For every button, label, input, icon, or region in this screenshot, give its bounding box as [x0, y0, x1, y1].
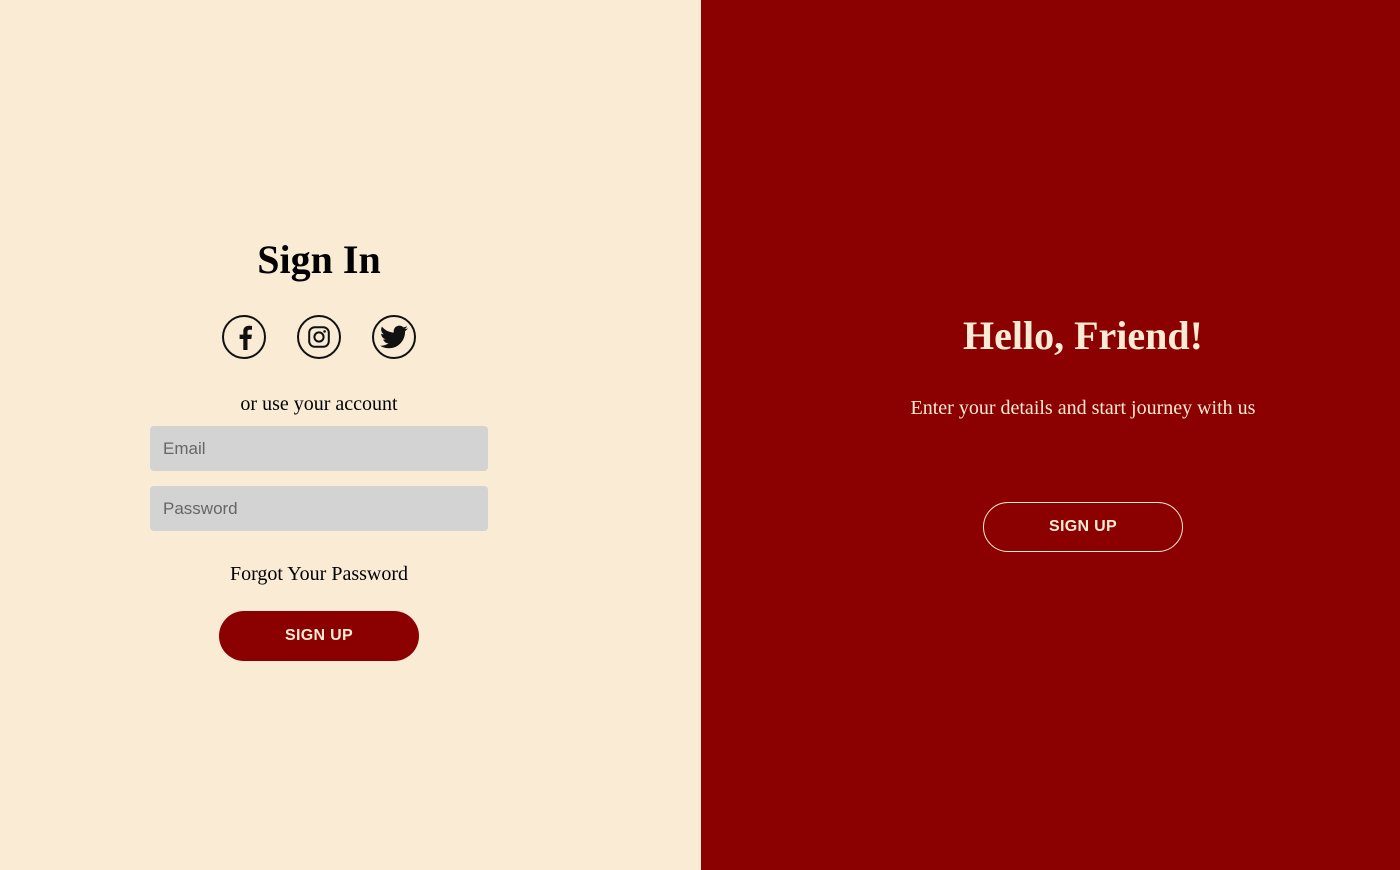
overlay-sign-up-button[interactable]: SIGN UP: [983, 502, 1183, 552]
facebook-icon: [239, 325, 252, 350]
instagram-button[interactable]: [297, 315, 341, 359]
password-input[interactable]: [150, 486, 488, 531]
sign-up-button[interactable]: SIGN UP: [219, 611, 419, 661]
alt-login-text: or use your account: [240, 393, 398, 415]
sign-in-panel: Sign In or use your account Forgot Your …: [0, 0, 701, 870]
facebook-button[interactable]: [222, 315, 266, 359]
twitter-button[interactable]: [372, 315, 416, 359]
forgot-password-link[interactable]: Forgot Your Password: [0, 562, 638, 586]
overlay-panel: Hello, Friend! Enter your details and st…: [701, 0, 1400, 870]
twitter-icon: [380, 325, 408, 349]
instagram-icon: [308, 326, 330, 348]
sign-in-title: Sign In: [257, 237, 381, 282]
overlay-title: Hello, Friend!: [963, 313, 1203, 358]
overlay-subtitle: Enter your details and start journey wit…: [910, 397, 1256, 419]
email-input[interactable]: [150, 426, 488, 471]
